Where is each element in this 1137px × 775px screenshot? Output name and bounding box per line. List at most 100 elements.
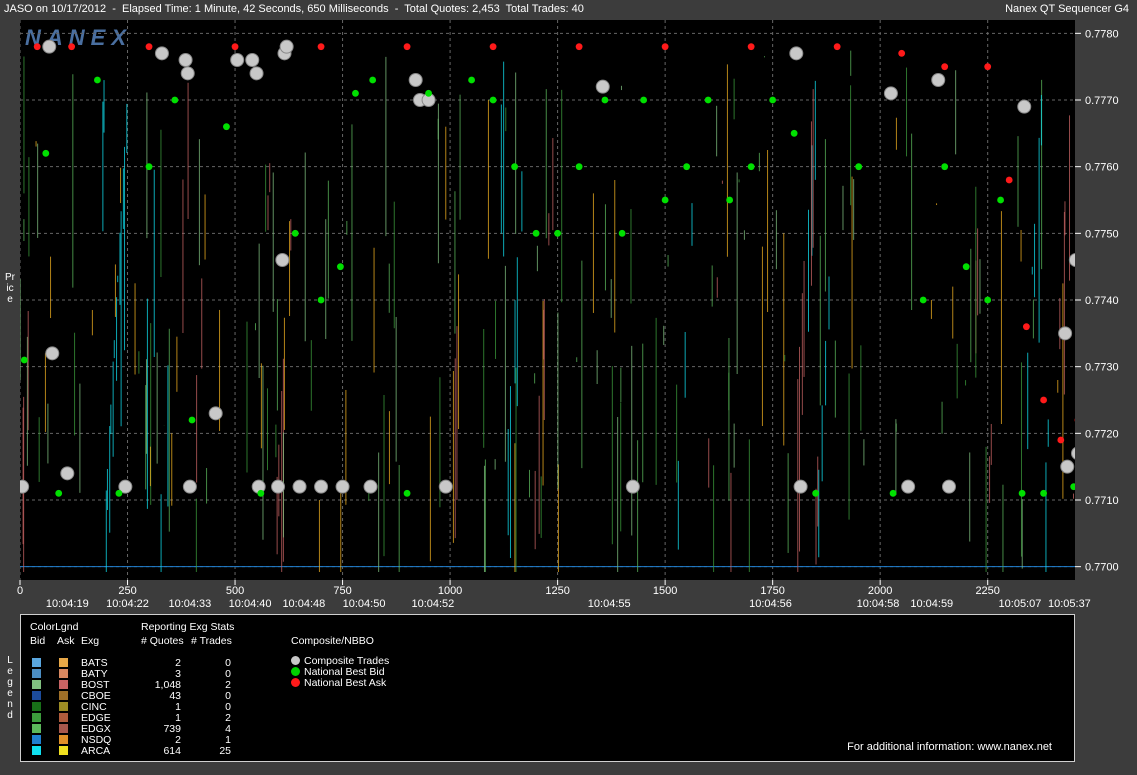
quote-point-17 bbox=[468, 76, 475, 84]
quote-point-1 bbox=[68, 43, 76, 51]
bid-swatch bbox=[32, 702, 41, 711]
trade-point-8 bbox=[182, 479, 197, 494]
quote-point-2 bbox=[55, 489, 63, 497]
quote-point-2 bbox=[145, 43, 153, 51]
quote-point-9 bbox=[747, 43, 755, 51]
chart-title: JASO on 10/17/2012 - Elapsed Time: 1 Min… bbox=[4, 3, 584, 15]
quote-point-37 bbox=[941, 163, 949, 171]
composite-item: National Best Bid bbox=[291, 666, 385, 678]
time-label-8: 10:04:56 bbox=[749, 598, 792, 610]
ask-swatch bbox=[59, 702, 68, 711]
quote-point-8 bbox=[661, 43, 669, 51]
trade-point-14 bbox=[271, 479, 286, 494]
composite-title: Composite/NBBO bbox=[291, 635, 374, 647]
trade-point-28 bbox=[789, 46, 804, 61]
quote-point-13 bbox=[352, 89, 359, 97]
time-label-3: 10:04:40 bbox=[229, 598, 272, 610]
quote-point-22 bbox=[575, 163, 583, 171]
quote-point-28 bbox=[704, 96, 712, 104]
ask-header: Ask bbox=[57, 635, 75, 647]
trade-point-31 bbox=[901, 479, 916, 494]
trade-point-34 bbox=[1017, 99, 1032, 114]
quote-point-31 bbox=[769, 96, 777, 104]
ask-swatch bbox=[59, 658, 68, 667]
quote-point-30 bbox=[747, 163, 755, 171]
quote-point-34 bbox=[855, 163, 863, 171]
composite-item: Composite Trades bbox=[291, 655, 389, 667]
color-legend-title: ColorLgnd bbox=[30, 621, 79, 633]
time-label-12: 10:05:37 bbox=[1048, 598, 1091, 610]
quote-point-5 bbox=[403, 43, 411, 51]
trade-point-32 bbox=[931, 73, 946, 87]
x-tick-label-9: 2250 bbox=[975, 585, 999, 597]
quote-point-4 bbox=[317, 43, 325, 51]
trade-point-11 bbox=[245, 53, 260, 67]
legend-row: BOST 1,048 2 bbox=[21, 679, 261, 691]
quote-point-4 bbox=[115, 489, 123, 497]
trade-point-29 bbox=[793, 479, 808, 494]
legend-row: ARCA 614 25 bbox=[21, 745, 261, 757]
quotes-header: # Quotes bbox=[141, 635, 184, 647]
x-tick-label-4: 1000 bbox=[438, 585, 462, 597]
plot-area: NANEX bbox=[20, 20, 1075, 580]
bid-swatch bbox=[32, 669, 41, 678]
trade-point-22 bbox=[408, 73, 423, 87]
quote-point-36 bbox=[919, 296, 927, 304]
composite-item: National Best Ask bbox=[291, 677, 386, 689]
series-composite-trades bbox=[20, 39, 1075, 494]
trade-point-27 bbox=[625, 479, 640, 494]
composite-dot-icon bbox=[291, 656, 300, 665]
quote-point-38 bbox=[962, 263, 970, 271]
quote-point-3 bbox=[231, 43, 239, 51]
time-label-7: 10:04:55 bbox=[588, 598, 631, 610]
trade-point-12 bbox=[249, 66, 264, 81]
trade-point-30 bbox=[883, 86, 898, 101]
x-axis: 0 250 500 750 1000 1250 1500 1750 2000 2250 10:04:… bbox=[17, 580, 1091, 610]
legend-row: CINC 1 0 bbox=[21, 701, 261, 713]
time-label-9: 10:04:58 bbox=[857, 598, 900, 610]
x-tick-label-2: 500 bbox=[226, 585, 244, 597]
quote-point-42 bbox=[1040, 489, 1048, 497]
quote-point-41 bbox=[1018, 489, 1026, 497]
quote-point-32 bbox=[790, 129, 798, 137]
quote-point-6 bbox=[171, 96, 179, 104]
legend-row: BATY 3 0 bbox=[21, 668, 261, 680]
trade-point-3 bbox=[60, 466, 75, 481]
bid-header: Bid bbox=[30, 635, 46, 647]
trade-point-1 bbox=[42, 39, 57, 54]
quote-point-11 bbox=[317, 296, 325, 304]
footer-text: For additional information: www.nanex.ne… bbox=[847, 741, 1052, 753]
bid-swatch bbox=[32, 735, 41, 744]
quote-point-18 bbox=[489, 96, 497, 104]
quote-point-3 bbox=[94, 76, 101, 84]
trade-point-0 bbox=[20, 479, 30, 494]
x-tick-label-3: 750 bbox=[333, 585, 351, 597]
quote-lines bbox=[20, 50, 1075, 572]
price-chart: NANEX bbox=[20, 20, 1075, 580]
trade-point-36 bbox=[1060, 459, 1075, 474]
trade-count: 25 bbox=[219, 745, 231, 757]
time-label-11: 10:05:07 bbox=[999, 598, 1042, 610]
trade-point-19 bbox=[314, 479, 329, 494]
time-label-0: 10:04:19 bbox=[46, 598, 89, 610]
x-tick-label-7: 1750 bbox=[760, 585, 784, 597]
quote-point-29 bbox=[726, 196, 734, 204]
y-tick-label-7: 0.7710 bbox=[1085, 495, 1119, 507]
time-label-4: 10:04:48 bbox=[282, 598, 325, 610]
quote-point-16 bbox=[425, 89, 432, 97]
ask-swatch bbox=[59, 691, 68, 700]
trade-point-6 bbox=[178, 53, 193, 67]
quote-point-39 bbox=[984, 296, 992, 304]
trade-point-15 bbox=[275, 253, 290, 267]
quote-point-27 bbox=[683, 163, 691, 171]
quote-point-5 bbox=[145, 163, 153, 171]
quote-point-14 bbox=[369, 76, 377, 84]
quote-point-20 bbox=[532, 229, 540, 237]
trade-point-26 bbox=[595, 79, 610, 94]
ask-swatch bbox=[59, 746, 68, 755]
quote-point-10 bbox=[291, 229, 299, 237]
quote-point-24 bbox=[618, 229, 626, 237]
series-national-best-ask bbox=[33, 43, 1075, 444]
bid-swatch bbox=[32, 713, 41, 722]
y-tick-label-8: 0.7700 bbox=[1085, 562, 1119, 574]
